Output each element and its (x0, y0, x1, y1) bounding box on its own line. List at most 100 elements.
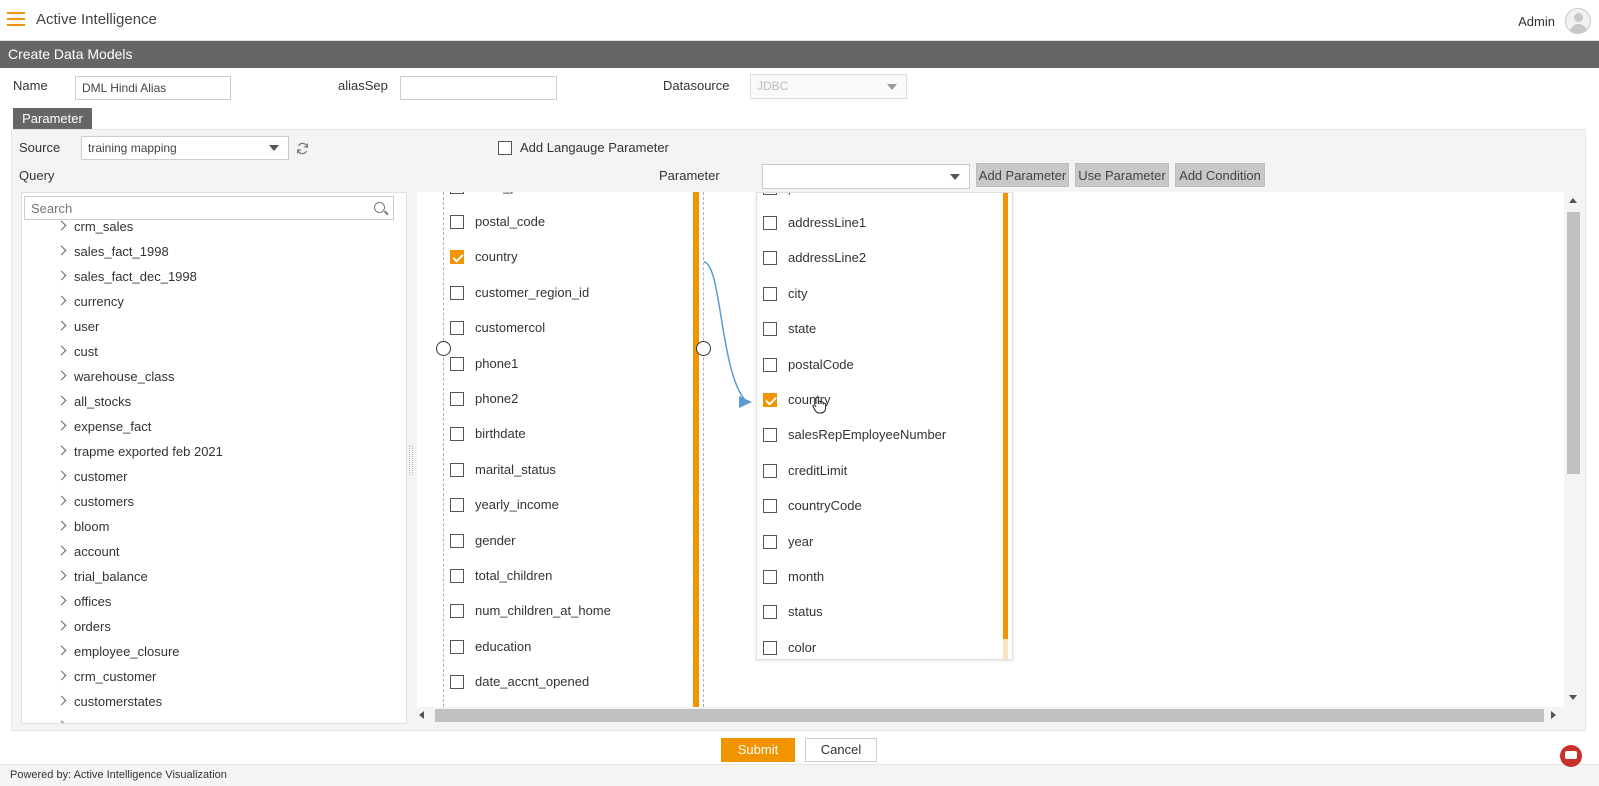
name-field[interactable] (75, 76, 231, 100)
horizontal-scrollbar[interactable] (417, 707, 1581, 723)
tree-item[interactable]: employee_closure (22, 642, 406, 667)
refresh-icon[interactable] (296, 142, 309, 155)
tree-item[interactable]: customerstates (22, 692, 406, 717)
source-select[interactable]: training mapping (81, 136, 289, 160)
chevron-right-icon[interactable] (56, 620, 67, 631)
chevron-right-icon[interactable] (56, 370, 67, 381)
column-checkbox[interactable] (450, 604, 464, 619)
hand-cursor-icon (812, 396, 826, 414)
tree-item[interactable]: cust (22, 342, 406, 367)
tree-item[interactable]: crm_sales (22, 217, 406, 242)
scroll-up-icon[interactable] (1569, 198, 1577, 203)
chevron-right-icon[interactable] (56, 695, 67, 706)
column-checkbox[interactable] (763, 640, 777, 655)
horizontal-scroll-thumb[interactable] (435, 709, 1544, 722)
chevron-right-icon[interactable] (56, 345, 67, 356)
tree-item[interactable]: sales_fact_1998 (22, 242, 406, 267)
splitter-handle[interactable] (409, 445, 413, 475)
aliassep-field[interactable] (400, 76, 557, 100)
chevron-right-icon[interactable] (56, 395, 67, 406)
add-language-param-checkbox[interactable] (498, 141, 512, 155)
column-checkbox[interactable] (450, 498, 464, 513)
tree-item[interactable]: customer (22, 467, 406, 492)
column-name: color (788, 639, 817, 655)
add-parameter-button[interactable]: Add Parameter (976, 163, 1069, 187)
join-link[interactable] (417, 192, 817, 452)
column-name: num_children_at_home (475, 603, 611, 619)
tree-item-label: customer (74, 469, 128, 484)
column-checkbox[interactable] (450, 569, 464, 583)
tree-item-label: customerstates (74, 694, 163, 709)
column-name: gender (475, 532, 516, 548)
user-name[interactable]: Admin (1518, 14, 1555, 29)
submit-button[interactable]: Submit (721, 738, 795, 762)
search-icon[interactable] (374, 202, 385, 213)
tree-item[interactable]: currency (22, 292, 406, 317)
cancel-button[interactable]: Cancel (805, 738, 877, 762)
chevron-down-icon (950, 174, 960, 180)
scroll-down-icon[interactable] (1569, 695, 1577, 700)
column-checkbox[interactable] (450, 462, 464, 477)
right-table-scrollbar[interactable] (1003, 193, 1008, 639)
chat-icon[interactable] (1560, 745, 1582, 767)
tree-item-label: all_stocks (74, 394, 132, 409)
chevron-right-icon[interactable] (56, 545, 67, 556)
tree-item-label: sales_fact_1998 (74, 244, 169, 259)
column-checkbox[interactable] (763, 463, 777, 478)
chevron-right-icon[interactable] (56, 520, 67, 531)
column-checkbox[interactable] (763, 570, 777, 584)
datasource-value: JDBC (757, 79, 789, 93)
tree-item-partial (22, 717, 406, 723)
column-name: creditLimit (788, 462, 848, 478)
tree-item-label: orders (74, 619, 111, 634)
search-input[interactable] (25, 197, 365, 219)
chevron-right-icon[interactable] (56, 670, 67, 681)
tree-item[interactable]: all_stocks (22, 392, 406, 417)
tree-item[interactable]: sales_fact_dec_1998 (22, 267, 406, 292)
chevron-right-icon[interactable] (56, 295, 67, 306)
tree-item[interactable]: crm_customer (22, 667, 406, 692)
use-parameter-button[interactable]: Use Parameter (1075, 163, 1169, 187)
add-condition-button[interactable]: Add Condition (1175, 163, 1265, 187)
datasource-select[interactable]: JDBC (750, 74, 907, 99)
column-checkbox[interactable] (763, 499, 777, 514)
vertical-scroll-thumb[interactable] (1567, 212, 1580, 474)
tab-parameter[interactable]: Parameter (13, 108, 92, 129)
tree-item[interactable]: trial_balance (22, 567, 406, 592)
chevron-right-icon[interactable] (56, 570, 67, 581)
tree-item[interactable]: bloom (22, 517, 406, 542)
parameter-select[interactable] (762, 164, 970, 189)
tree-item[interactable]: user (22, 317, 406, 342)
column-checkbox[interactable] (763, 605, 777, 620)
column-checkbox[interactable] (450, 639, 464, 654)
avatar-icon[interactable] (1565, 8, 1591, 34)
scroll-right-icon[interactable] (1551, 711, 1556, 719)
chevron-down-icon (269, 145, 279, 151)
tree-item[interactable]: trapme exported feb 2021 (22, 442, 406, 467)
chevron-right-icon[interactable] (56, 270, 67, 281)
chevron-right-icon[interactable] (56, 320, 67, 331)
tree-item[interactable]: account (22, 542, 406, 567)
chevron-right-icon[interactable] (56, 420, 67, 431)
column-checkbox[interactable] (450, 533, 464, 548)
tree-item-label: expense_fact (74, 419, 152, 434)
tree-item[interactable]: customers (22, 492, 406, 517)
hamburger-menu-icon[interactable] (7, 12, 25, 26)
chevron-right-icon[interactable] (56, 220, 67, 231)
tree-item[interactable]: orders (22, 617, 406, 642)
column-checkbox[interactable] (450, 675, 464, 690)
chevron-right-icon[interactable] (56, 495, 67, 506)
scroll-left-icon[interactable] (419, 711, 424, 719)
chevron-right-icon[interactable] (56, 645, 67, 656)
tree-item[interactable]: offices (22, 592, 406, 617)
chevron-right-icon[interactable] (56, 595, 67, 606)
top-bar: Active Intelligence Admin (0, 0, 1599, 41)
chevron-right-icon[interactable] (56, 445, 67, 456)
vertical-scrollbar[interactable] (1565, 192, 1581, 707)
column-checkbox[interactable] (763, 534, 777, 549)
tree-item-label: trapme exported feb 2021 (74, 444, 223, 459)
tree-item[interactable]: expense_fact (22, 417, 406, 442)
chevron-right-icon[interactable] (56, 245, 67, 256)
tree-item[interactable]: warehouse_class (22, 367, 406, 392)
chevron-right-icon[interactable] (56, 470, 67, 481)
